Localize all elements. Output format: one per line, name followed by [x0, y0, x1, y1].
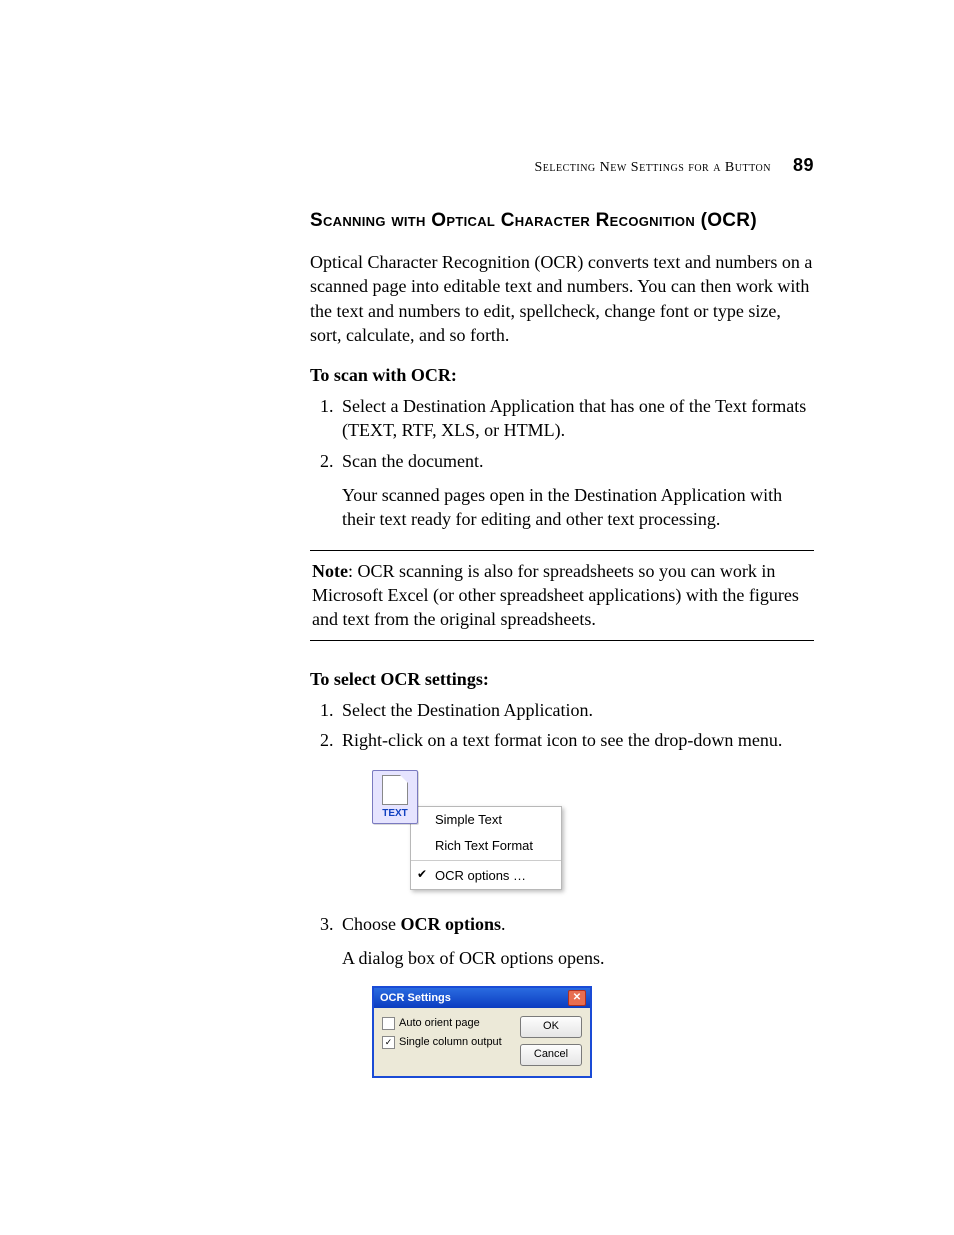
- dialog-title: OCR Settings: [380, 988, 451, 1008]
- note-box: Note: OCR scanning is also for spreadshe…: [310, 550, 814, 641]
- select-step-3-follow: A dialog box of OCR options opens.: [342, 946, 814, 970]
- select-step-3-bold: OCR options: [401, 914, 502, 934]
- option-single-column-label: Single column output: [399, 1035, 502, 1050]
- checkbox-auto-orient[interactable]: [382, 1017, 395, 1030]
- option-auto-orient-label: Auto orient page: [399, 1016, 480, 1031]
- select-steps-list: Select the Destination Application. Righ…: [310, 698, 814, 1079]
- note-body: : OCR scanning is also for spreadsheets …: [312, 561, 799, 630]
- scan-step-2: Scan the document. Your scanned pages op…: [338, 449, 814, 532]
- scan-step-1: Select a Destination Application that ha…: [338, 394, 814, 443]
- select-step-2: Right-click on a text format icon to see…: [338, 728, 814, 890]
- menu-item-rich-text-format[interactable]: Rich Text Format: [411, 833, 561, 859]
- select-step-2-text: Right-click on a text format icon to see…: [342, 730, 782, 750]
- note-label: Note: [312, 561, 348, 581]
- context-menu-figure: TEXT Simple Text Rich Text Format OCR op…: [372, 770, 814, 890]
- document-icon: [382, 775, 408, 805]
- content: Scanning with Optical Character Recognit…: [310, 210, 814, 1078]
- menu-separator: [411, 860, 561, 861]
- menu-item-ocr-options[interactable]: OCR options …: [411, 863, 561, 889]
- checkbox-single-column[interactable]: ✓: [382, 1036, 395, 1049]
- page-number: 89: [793, 155, 814, 175]
- intro-paragraph: Optical Character Recognition (OCR) conv…: [310, 250, 814, 347]
- running-head: Selecting New Settings for a Button 89: [534, 155, 814, 176]
- ok-button[interactable]: OK: [520, 1016, 582, 1038]
- menu-item-simple-text[interactable]: Simple Text: [411, 807, 561, 833]
- dialog-titlebar[interactable]: OCR Settings ✕: [374, 988, 590, 1008]
- running-head-text: Selecting New Settings for a Button: [534, 160, 770, 175]
- select-step-3: Choose OCR options. A dialog box of OCR …: [338, 912, 814, 1079]
- select-step-3-pre: Choose: [342, 914, 401, 934]
- dialog-body: Auto orient page ✓ Single column output …: [374, 1008, 590, 1076]
- close-icon: ✕: [573, 993, 581, 1003]
- select-step-3-post: .: [501, 914, 506, 934]
- ocr-settings-dialog: OCR Settings ✕ Auto orient page: [372, 986, 592, 1078]
- page: Selecting New Settings for a Button 89 S…: [0, 0, 954, 1235]
- option-single-column[interactable]: ✓ Single column output: [382, 1035, 502, 1050]
- section-heading: Scanning with Optical Character Recognit…: [310, 210, 814, 232]
- context-menu: Simple Text Rich Text Format OCR options…: [410, 806, 562, 890]
- scan-step-2-follow: Your scanned pages open in the Destinati…: [342, 483, 814, 532]
- dialog-buttons: OK Cancel: [520, 1016, 582, 1066]
- scan-step-2-text: Scan the document.: [342, 451, 483, 471]
- select-step-1: Select the Destination Application.: [338, 698, 814, 722]
- option-auto-orient[interactable]: Auto orient page: [382, 1016, 502, 1031]
- scan-subheading: To scan with OCR:: [310, 365, 814, 386]
- close-button[interactable]: ✕: [568, 990, 586, 1006]
- dialog-options: Auto orient page ✓ Single column output: [382, 1016, 502, 1066]
- select-subheading: To select OCR settings:: [310, 669, 814, 690]
- cancel-button[interactable]: Cancel: [520, 1044, 582, 1066]
- scan-steps-list: Select a Destination Application that ha…: [310, 394, 814, 531]
- text-format-caption: TEXT: [382, 807, 408, 821]
